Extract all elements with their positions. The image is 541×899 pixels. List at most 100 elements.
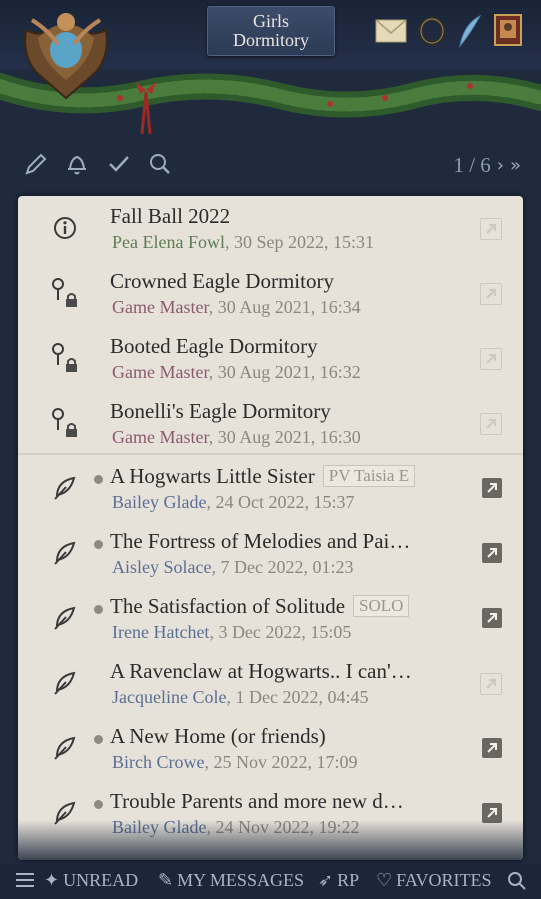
- go-to-last-post-button[interactable]: [480, 283, 502, 305]
- topic-tag: SOLO: [353, 595, 410, 617]
- nav-unread[interactable]: ✦ UNREAD: [44, 870, 138, 891]
- house-crest-icon[interactable]: [18, 0, 114, 100]
- topic-title: A New Home (or friends): [110, 724, 326, 748]
- go-to-last-post-button[interactable]: [480, 673, 502, 695]
- feather-nav-icon: ➶: [318, 870, 334, 891]
- feather-icon: [48, 470, 82, 506]
- topic-title: Booted Eagle Dormitory: [110, 334, 318, 358]
- topic-title-link[interactable]: Bonelli's Eagle Dormitory: [110, 399, 453, 424]
- topic-row[interactable]: A Hogwarts Little Sister PV Taisia E Baile…: [18, 456, 523, 521]
- filter-lines-icon: [16, 873, 34, 887]
- locked-pin-icon: [48, 405, 82, 441]
- topic-meta: Jacqueline Cole, 1 Dec 2022, 04:45: [112, 687, 453, 708]
- forum-title-plate: Girls Dormitory: [207, 6, 335, 56]
- topic-title-link[interactable]: Trouble Parents and more new d…: [110, 789, 453, 814]
- arrow-up-right-icon: [487, 743, 497, 753]
- feather-icon: [48, 730, 82, 766]
- topic-meta: Bailey Glade, 24 Oct 2022, 15:37: [112, 492, 453, 513]
- check-icon: [109, 156, 129, 172]
- go-to-last-post-button[interactable]: [480, 218, 502, 240]
- go-to-last-post-button[interactable]: [482, 738, 502, 758]
- heart-icon: ♡: [376, 870, 393, 891]
- search-icon: [150, 154, 170, 174]
- topic-row[interactable]: Crowned Eagle Dormitory Game Master, 30 A…: [18, 261, 523, 326]
- unread-dot: [94, 800, 103, 809]
- nav-rp-label: RP: [337, 870, 360, 890]
- topic-title-link[interactable]: Crowned Eagle Dormitory: [110, 269, 453, 294]
- page-indicator: 1 / 6: [453, 152, 491, 177]
- topic-title-link[interactable]: A Hogwarts Little Sister PV Taisia E: [110, 464, 453, 489]
- nav-unread-label: UNREAD: [63, 870, 139, 890]
- last-page-chevron-icon[interactable]: »: [510, 155, 521, 176]
- topic-row[interactable]: Bonelli's Eagle Dormitory Game Master, 30…: [18, 391, 523, 456]
- topic-author[interactable]: Birch Crowe: [112, 752, 204, 772]
- pagination: 1 / 6 › »: [453, 150, 521, 180]
- locked-pin-icon: [48, 275, 82, 311]
- next-page-chevron-icon[interactable]: ›: [497, 155, 504, 176]
- topic-date: , 1 Dec 2022, 04:45: [226, 687, 369, 707]
- topic-author[interactable]: Game Master: [112, 362, 209, 382]
- topic-row[interactable]: The Fortress of Melodies and Pai… Aisley …: [18, 521, 523, 586]
- unread-dot: [94, 475, 103, 484]
- arrow-up-right-icon: [486, 289, 496, 299]
- go-to-last-post-button[interactable]: [482, 543, 502, 563]
- topic-row[interactable]: Booted Eagle Dormitory Game Master, 30 Au…: [18, 326, 523, 391]
- envelope-icon[interactable]: [374, 16, 408, 46]
- search-button[interactable]: [140, 146, 180, 182]
- topic-title: Trouble Parents and more new d…: [110, 789, 404, 813]
- topic-author[interactable]: Game Master: [112, 297, 209, 317]
- topic-title-link[interactable]: A Ravenclaw at Hogwarts.. I can'…: [110, 659, 453, 684]
- topic-date: , 25 Nov 2022, 17:09: [204, 752, 358, 772]
- go-to-last-post-button[interactable]: [482, 478, 502, 498]
- arrow-up-right-icon: [487, 483, 497, 493]
- info-icon: [48, 210, 82, 246]
- go-to-last-post-button[interactable]: [482, 608, 502, 628]
- topic-meta: Game Master, 30 Aug 2021, 16:34: [112, 297, 453, 318]
- topic-title-link[interactable]: Booted Eagle Dormitory: [110, 334, 453, 359]
- menu-button[interactable]: [14, 870, 36, 890]
- unread-dot: [94, 735, 103, 744]
- list-fade-overlay: [18, 820, 523, 860]
- bottom-navigation: ✦ UNREAD ✎ MY MESSAGES ➶ RP ♡ FAVORITES: [0, 864, 541, 899]
- ring-icon[interactable]: [418, 16, 446, 46]
- topic-title-link[interactable]: A New Home (or friends): [110, 724, 453, 749]
- topic-row[interactable]: Fall Ball 2022 Pea Elena Fowl, 30 Sep 202…: [18, 196, 523, 261]
- topic-author[interactable]: Aisley Solace: [112, 557, 211, 577]
- topic-author[interactable]: Bailey Glade: [112, 492, 206, 512]
- unread-dot: [94, 540, 103, 549]
- arrow-up-right-icon: [487, 548, 497, 558]
- nav-search[interactable]: [506, 870, 528, 892]
- topic-date: , 30 Aug 2021, 16:32: [208, 362, 361, 382]
- topic-toolbar: 1 / 6 › »: [0, 140, 541, 188]
- topic-author[interactable]: Irene Hatchet: [112, 622, 209, 642]
- topic-meta: Pea Elena Fowl, 30 Sep 2022, 15:31: [112, 232, 453, 253]
- topic-date: , 30 Aug 2021, 16:34: [208, 297, 361, 317]
- nav-my-messages-label: MY MESSAGES: [177, 870, 304, 890]
- quill-icon[interactable]: [456, 14, 484, 48]
- topic-title: Fall Ball 2022: [110, 204, 231, 228]
- nav-my-messages[interactable]: ✎ MY MESSAGES: [158, 870, 304, 891]
- topic-title: A Hogwarts Little Sister: [110, 464, 315, 488]
- topic-title: A Ravenclaw at Hogwarts.. I can'…: [110, 659, 412, 683]
- topic-row[interactable]: The Satisfaction of Solitude SOLO Irene Ha…: [18, 586, 523, 651]
- topic-row[interactable]: A Ravenclaw at Hogwarts.. I can'… Jacquel…: [18, 651, 523, 716]
- topic-title-link[interactable]: Fall Ball 2022: [110, 204, 453, 229]
- spellbook-icon[interactable]: [492, 13, 524, 47]
- topic-title-link[interactable]: The Fortress of Melodies and Pai…: [110, 529, 453, 554]
- mark-read-button[interactable]: [99, 146, 139, 182]
- topic-title: Bonelli's Eagle Dormitory: [110, 399, 331, 423]
- subscribe-button[interactable]: [57, 146, 97, 182]
- topic-row[interactable]: A New Home (or friends) Birch Crowe, 25 N…: [18, 716, 523, 781]
- nav-rp[interactable]: ➶ RP: [318, 870, 359, 891]
- topic-author[interactable]: Game Master: [112, 427, 209, 447]
- go-to-last-post-button[interactable]: [480, 348, 502, 370]
- topic-author[interactable]: Pea Elena Fowl: [112, 232, 225, 252]
- topic-title-link[interactable]: The Satisfaction of Solitude SOLO: [110, 594, 453, 619]
- bell-icon: [68, 155, 86, 175]
- go-to-last-post-button[interactable]: [480, 413, 502, 435]
- arrow-up-right-icon: [486, 679, 496, 689]
- nav-favorites[interactable]: ♡ FAVORITES: [376, 870, 492, 891]
- arrow-up-right-icon: [486, 419, 496, 429]
- new-topic-button[interactable]: [16, 146, 56, 182]
- topic-author[interactable]: Jacqueline Cole: [112, 687, 226, 707]
